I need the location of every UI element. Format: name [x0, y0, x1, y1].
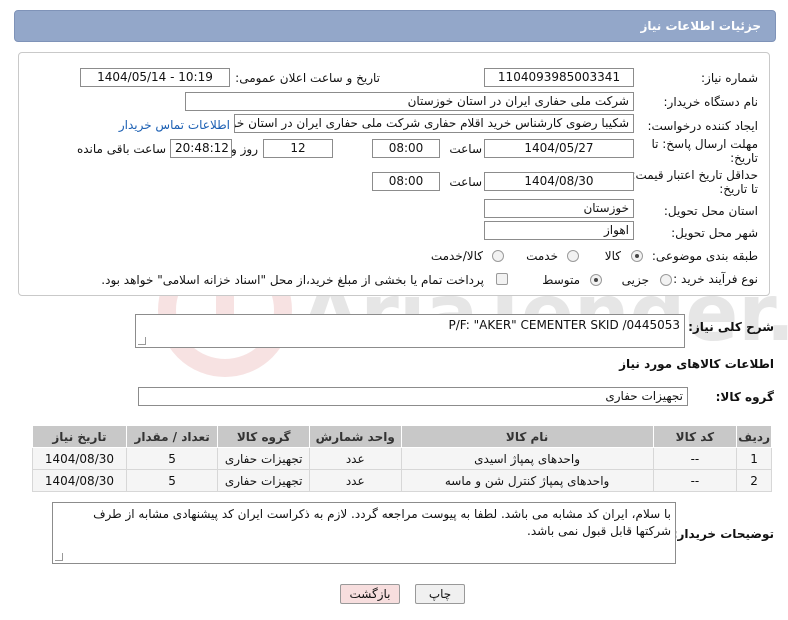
deadline-date-field: 1404/05/27 — [484, 139, 634, 158]
print-button[interactable]: چاپ — [415, 584, 465, 604]
cell-unit: عدد — [308, 469, 402, 492]
cell-code: -- — [652, 469, 738, 492]
col-name: نام کالا — [400, 425, 654, 448]
col-qty: تعداد / مقدار — [125, 425, 219, 448]
buyer-field: شرکت ملی حفاری ایران در استان خوزستان — [185, 92, 634, 111]
col-code: کد کالا — [652, 425, 738, 448]
remaining-time-field: 20:48:12 — [170, 139, 232, 158]
days-label: روز و — [231, 142, 258, 156]
description-textarea[interactable]: P/F: "AKER" CEMENTER SKID /0445053 — [135, 314, 685, 348]
table-row: 2 -- واحدهای پمپاژ کنترل شن و ماسه عدد ت… — [32, 469, 772, 492]
deadline-time-field: 08:00 — [372, 139, 440, 158]
announce-label: تاریخ و ساعت اعلان عمومی: — [235, 71, 380, 85]
col-row: ردیف — [736, 425, 772, 448]
col-date: تاریخ نیاز — [32, 425, 127, 448]
goods-section-title: اطلاعات کالاهای مورد نیاز — [619, 357, 774, 371]
category-radio-goods-service[interactable] — [492, 250, 504, 262]
city-field: اهواز — [484, 221, 634, 240]
resize-grip-icon[interactable] — [138, 337, 146, 345]
cell-row: 2 — [736, 469, 772, 492]
contact-buyer-link[interactable]: اطلاعات تماس خریدار — [119, 118, 230, 132]
process-radio-minor[interactable] — [660, 274, 672, 286]
creator-field: شکیبا رضوی کارشناس خرید اقلام حفاری شرکت… — [234, 114, 634, 133]
process-option-medium: متوسط — [542, 273, 580, 287]
page-header: جزئیات اطلاعات نیاز — [14, 10, 776, 42]
validity-date-field: 1404/08/30 — [484, 172, 634, 191]
description-text: P/F: "AKER" CEMENTER SKID /0445053 — [448, 318, 680, 332]
remaining-label: ساعت باقی مانده — [76, 142, 166, 156]
goods-table-header: ردیف کد کالا نام کالا واحد شمارش گروه کا… — [32, 425, 772, 448]
col-unit: واحد شمارش — [308, 425, 402, 448]
cell-qty: 5 — [125, 447, 219, 470]
need-number-label: شماره نیاز: — [701, 71, 758, 85]
cell-group: تجهیزات حفاری — [217, 469, 310, 492]
cell-row: 1 — [736, 447, 772, 470]
deadline-label: مهلت ارسال پاسخ: تا — [651, 137, 758, 151]
process-option-minor: جزیی — [621, 273, 649, 287]
page-title: جزئیات اطلاعات نیاز — [640, 19, 761, 33]
category-option-goods: کالا — [604, 249, 621, 263]
cell-group: تجهیزات حفاری — [217, 447, 310, 470]
cell-date: 1404/08/30 — [32, 447, 127, 470]
description-label: شرح کلی نیاز: — [688, 320, 774, 334]
process-radio-medium[interactable] — [590, 274, 602, 286]
goods-group-label: گروه کالا: — [715, 390, 774, 404]
cell-code: -- — [652, 447, 738, 470]
creator-label: ایجاد کننده درخواست: — [647, 119, 758, 133]
cell-unit: عدد — [308, 447, 402, 470]
process-label: نوع فرآیند خرید : — [673, 272, 758, 286]
category-radio-goods[interactable] — [631, 250, 643, 262]
buyer-notes-label: توضیحات خریدار: — [672, 527, 774, 541]
col-group: گروه کالا — [217, 425, 310, 448]
province-label: استان محل تحویل: — [663, 204, 758, 218]
treasury-payment-note: پرداخت تمام یا بخشی از مبلغ خرید،از محل … — [101, 273, 484, 287]
deadline-time-label: ساعت — [449, 142, 482, 156]
category-radio-service[interactable] — [567, 250, 579, 262]
need-number-field: 1104093985003341 — [484, 68, 634, 87]
buyer-label: نام دستگاه خریدار: — [663, 95, 759, 109]
treasury-payment-checkbox[interactable] — [496, 273, 508, 285]
table-row: 1 -- واحدهای پمپاژ اسیدی عدد تجهیزات حفا… — [32, 447, 772, 470]
cell-qty: 5 — [125, 469, 219, 492]
province-field: خوزستان — [484, 199, 634, 218]
cell-name: واحدهای پمپاژ کنترل شن و ماسه — [400, 469, 654, 492]
deadline-label-date: تاریخ: — [730, 151, 758, 165]
validity-label: حداقل تاریخ اعتبار قیمت: — [631, 168, 758, 182]
back-button[interactable]: بازگشت — [340, 584, 400, 604]
goods-table: ردیف کد کالا نام کالا واحد شمارش گروه کا… — [32, 425, 772, 492]
validity-time-field: 08:00 — [372, 172, 440, 191]
resize-grip-icon[interactable] — [55, 553, 63, 561]
announce-field: 1404/05/14 - 10:19 — [80, 68, 230, 87]
cell-date: 1404/08/30 — [32, 469, 127, 492]
validity-time-label: ساعت — [449, 175, 482, 189]
validity-label-date: تا تاریخ: — [719, 182, 758, 196]
goods-group-field: تجهیزات حفاری — [138, 387, 688, 406]
category-option-goods-service: کالا/خدمت — [430, 249, 483, 263]
category-option-service: خدمت — [526, 249, 558, 263]
days-field: 12 — [263, 139, 333, 158]
category-label: طبقه بندی موضوعی: — [651, 249, 758, 263]
buyer-notes-text: با سلام، ایران کد مشابه می باشد. لطفا به… — [93, 507, 671, 538]
buyer-notes-textarea[interactable]: با سلام، ایران کد مشابه می باشد. لطفا به… — [52, 502, 676, 564]
cell-name: واحدهای پمپاژ اسیدی — [400, 447, 654, 470]
city-label: شهر محل تحویل: — [671, 226, 758, 240]
